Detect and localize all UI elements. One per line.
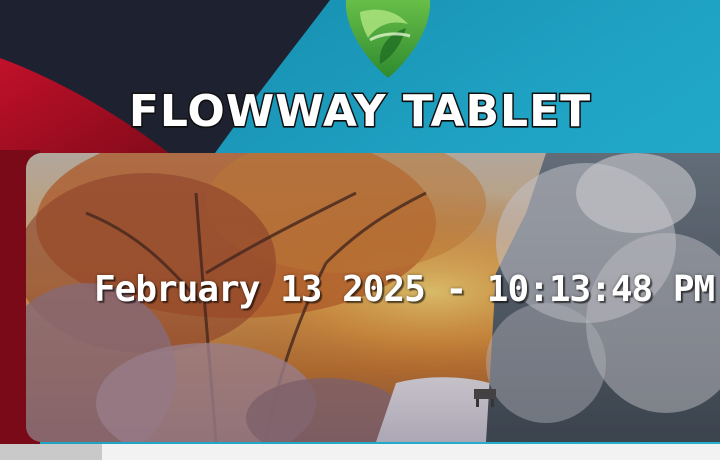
screen: FLOWWAY TABLET February 13 2025 - 10:13:…	[0, 0, 720, 460]
date-time-clock: February 13 2025 - 10:13:48 PM	[94, 269, 715, 310]
leaf-shield-logo-icon	[345, 0, 431, 78]
bottom-bar	[0, 444, 720, 460]
brand-title: FLOWWAY TABLET	[127, 85, 592, 139]
bottom-tab[interactable]	[0, 444, 102, 460]
